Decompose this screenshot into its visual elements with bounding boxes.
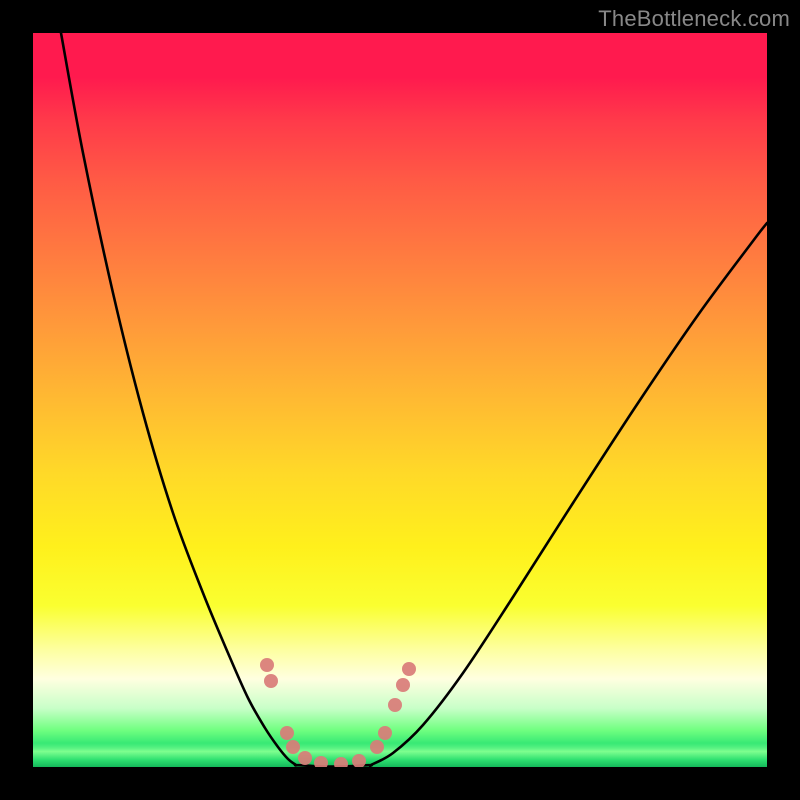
bottleneck-curve [61, 33, 767, 767]
marker-left-lower-2 [286, 740, 300, 754]
watermark-text: TheBottleneck.com [598, 6, 790, 32]
marker-valley-1 [298, 751, 312, 765]
marker-right-lower-2 [378, 726, 392, 740]
marker-left-lower-1 [280, 726, 294, 740]
marker-valley-3 [334, 757, 348, 767]
marker-right-upper-1 [388, 698, 402, 712]
marker-valley-2 [314, 756, 328, 767]
marker-left-upper-2 [264, 674, 278, 688]
plot-area [33, 33, 767, 767]
marker-right-upper-2 [396, 678, 410, 692]
marker-left-upper-1 [260, 658, 274, 672]
chart-frame: TheBottleneck.com [0, 0, 800, 800]
marker-right-upper-3 [402, 662, 416, 676]
marker-group [260, 658, 416, 767]
marker-valley-4 [352, 754, 366, 767]
curve-layer [33, 33, 767, 767]
marker-right-lower-1 [370, 740, 384, 754]
